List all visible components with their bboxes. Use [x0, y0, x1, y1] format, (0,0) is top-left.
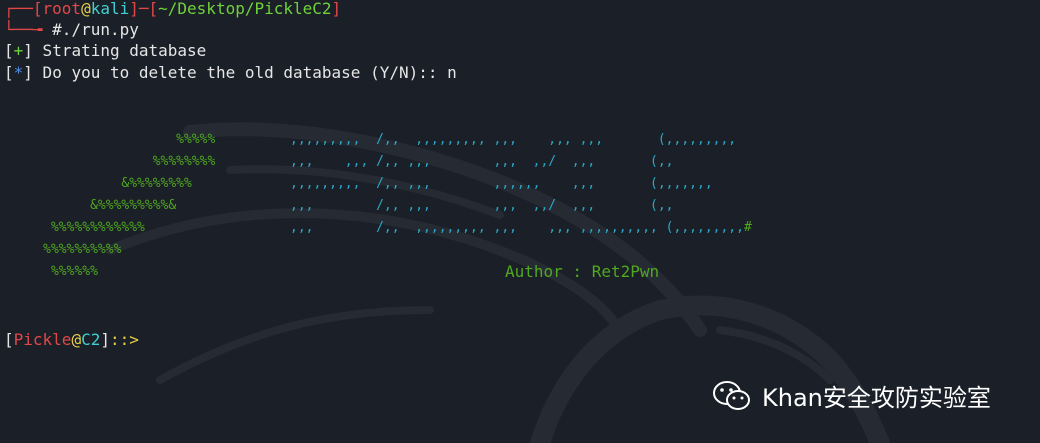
- prompt2-user: Pickle: [13, 330, 72, 349]
- prompt-close: ]: [331, 0, 342, 18]
- art-line: %%%%%%%%%%%%: [4, 220, 145, 235]
- bracket-open: [: [4, 41, 14, 60]
- ascii-art-pickle: ,,,,,,,,, /,, ,,,,,,,,, ,,, ,,, ,,, (,,,…: [290, 129, 752, 239]
- prompt-second-prefix: └──╼: [4, 20, 53, 39]
- output-line-1: [+] Strating database: [4, 40, 206, 62]
- art-line-text: ,,, /,, ,,,,,,,,, ,,, ,,, ,,,,,,,,,, (,,…: [290, 220, 744, 235]
- wechat-icon: [713, 380, 750, 410]
- bracket-open: [: [4, 330, 14, 349]
- prompt-line-1: ┌──[root@kali]─[~/Desktop/PickleC2]: [4, 0, 341, 20]
- output-line-2: [*] Do you to delete the old database (Y…: [4, 62, 457, 84]
- art-line: ,,, /,, ,,,,,,,,, ,,, ,,, ,,,,,,,,,, (,,…: [290, 217, 752, 239]
- ascii-art-percent: %%%%% %%%%%%%% &%%%%%%%% &%%%%%%%%%& %%%…: [4, 129, 215, 283]
- art-line: %%%%%%%%%%: [4, 242, 122, 257]
- plus-marker: +: [13, 41, 24, 60]
- prompt-path: ~/Desktop/PickleC2: [158, 0, 332, 18]
- prompt2-at: @: [71, 330, 82, 349]
- command-text: #./run.py: [52, 20, 139, 39]
- prompt2-host: C2: [81, 330, 101, 349]
- art-line: ,,, ,,, /,, ,,, ,,, ,,/ ,,, (,,: [290, 154, 674, 169]
- prompt-line-2: └──╼ #./run.py: [4, 19, 139, 41]
- art-line: &%%%%%%%%: [4, 176, 192, 191]
- pickle-prompt[interactable]: [Pickle@C2]::>: [4, 329, 139, 351]
- prompt-separator: ]─[: [129, 0, 159, 18]
- prompt-prefix: ┌──[: [4, 0, 43, 18]
- bracket-close: ]: [23, 63, 33, 82]
- art-line: ,,,,,,,,, /,, ,,, ,,,,,, ,,, (,,,,,,,: [290, 176, 713, 191]
- output-text: Do you to delete the old database (Y/N):…: [32, 63, 457, 82]
- watermark-text: Khan安全攻防实验室: [762, 384, 991, 412]
- prompt2-arrow: ::>: [109, 330, 139, 349]
- watermark: Khan安全攻防实验室: [712, 378, 991, 413]
- bracket-open: [: [4, 63, 14, 82]
- art-line: %%%%%: [4, 132, 216, 147]
- star-marker: *: [13, 63, 24, 82]
- output-text: Strating database: [32, 41, 207, 60]
- art-line: &%%%%%%%%%&: [4, 198, 177, 213]
- art-line: ,,, /,, ,,, ,,, ,,/ ,,, (,,: [290, 198, 674, 213]
- art-line: ,,,,,,,,, /,, ,,,,,,,,, ,,, ,,, ,,, (,,,…: [290, 132, 737, 147]
- prompt-user: root: [42, 0, 82, 18]
- author-line: Author : Ret2Pwn: [505, 262, 660, 281]
- art-line: %%%%%%%%: [4, 154, 216, 169]
- art-line: %%%%%%: [4, 264, 98, 279]
- art-hash: #: [743, 220, 752, 235]
- bracket-close: ]: [23, 41, 33, 60]
- prompt-at: @: [81, 0, 91, 18]
- prompt-host: kali: [90, 0, 130, 18]
- bracket-close: ]: [100, 330, 110, 349]
